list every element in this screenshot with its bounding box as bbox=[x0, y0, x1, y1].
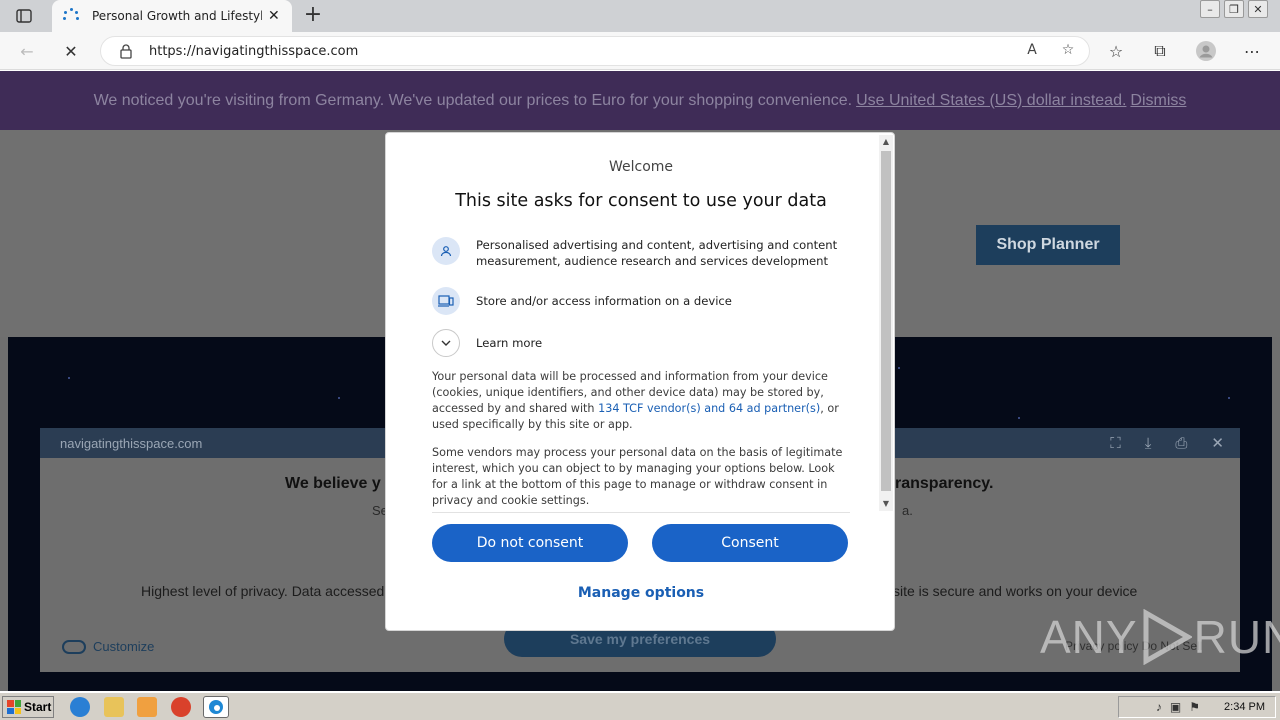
chevron-down-icon[interactable] bbox=[432, 329, 460, 357]
ie-icon[interactable] bbox=[70, 697, 90, 717]
browser-tab-bar: Personal Growth and Lifestyle B ✕ + – ❐ … bbox=[0, 0, 1280, 32]
tab-actions-icon[interactable] bbox=[10, 6, 38, 26]
learn-more-toggle[interactable]: Learn more bbox=[432, 329, 542, 357]
window-close-icon[interactable]: ✕ bbox=[1248, 0, 1268, 18]
browser-tab-active[interactable]: Personal Growth and Lifestyle B ✕ bbox=[52, 0, 292, 32]
start-button[interactable]: Start bbox=[2, 696, 54, 718]
read-aloud-icon[interactable]: A bbox=[1021, 42, 1043, 58]
person-icon bbox=[432, 237, 460, 265]
consent-button[interactable]: Consent bbox=[652, 524, 848, 562]
customize-label[interactable]: Customize bbox=[93, 639, 154, 654]
device-icon bbox=[432, 287, 460, 315]
anyrun-watermark: ANY RUN bbox=[1040, 609, 1280, 665]
collections-icon[interactable]: ⧉ bbox=[1149, 40, 1171, 62]
close-icon[interactable]: ✕ bbox=[1211, 434, 1224, 452]
flag-icon[interactable]: ⚑ bbox=[1189, 700, 1200, 714]
tab-close-icon[interactable]: ✕ bbox=[268, 8, 280, 24]
system-tray: ♪ ▣ ⚑ 2:34 PM bbox=[1118, 696, 1276, 718]
media-player-icon[interactable] bbox=[137, 697, 157, 717]
explorer-folder-icon[interactable] bbox=[104, 697, 124, 717]
underlying-heading-right: ransparency. bbox=[895, 475, 994, 492]
tab-title: Personal Growth and Lifestyle B bbox=[92, 9, 262, 23]
watermark-right: RUN bbox=[1193, 611, 1280, 663]
purpose-item-device-storage: Store and/or access information on a dev… bbox=[432, 287, 846, 315]
scroll-up-icon[interactable]: ▲ bbox=[879, 135, 893, 149]
manage-options-link[interactable]: Manage options bbox=[386, 585, 896, 601]
chrome-icon[interactable] bbox=[171, 697, 191, 717]
clock[interactable]: 2:34 PM bbox=[1224, 701, 1265, 713]
use-usd-link[interactable]: Use United States (US) dollar instead. bbox=[856, 92, 1126, 110]
customize-toggle[interactable] bbox=[62, 640, 86, 654]
back-arrow-icon[interactable]: ← bbox=[16, 40, 38, 62]
vendors-link[interactable]: 134 TCF vendor(s) and 64 ad partner(s) bbox=[598, 402, 820, 415]
url-text[interactable]: https://navigatingthisspace.com bbox=[149, 44, 358, 59]
profile-avatar[interactable] bbox=[1195, 40, 1217, 62]
watermark-left: ANY bbox=[1040, 611, 1138, 663]
fullscreen-icon[interactable]: ⛶ bbox=[1110, 434, 1121, 452]
minimize-icon[interactable]: – bbox=[1200, 0, 1220, 18]
windows-taskbar: Start ♪ ▣ ⚑ 2:34 PM bbox=[0, 692, 1280, 720]
start-label[interactable]: Start bbox=[24, 700, 51, 714]
purpose-text: Personalised advertising and content, ad… bbox=[476, 238, 838, 268]
dialog-title: This site asks for consent to use your d… bbox=[455, 191, 827, 211]
shop-planner-button[interactable]: Shop Planner bbox=[976, 225, 1120, 265]
print-icon[interactable]: ⎙ bbox=[1175, 434, 1187, 452]
download-icon[interactable]: ⤓ bbox=[1145, 434, 1152, 452]
browser-toolbar: ← ✕ https://navigatingthisspace.com A ☆ … bbox=[0, 32, 1280, 70]
favorites-icon[interactable]: ☆ bbox=[1105, 40, 1127, 62]
play-logo-icon bbox=[1143, 609, 1192, 665]
dismiss-link[interactable]: Dismiss bbox=[1130, 92, 1186, 110]
restore-icon[interactable]: ❐ bbox=[1224, 0, 1244, 18]
dialog-welcome: Welcome bbox=[608, 159, 674, 175]
currency-notice-bar: We noticed you're visiting from Germany.… bbox=[0, 71, 1280, 130]
underlying-subtext-right: a. bbox=[902, 503, 913, 518]
add-favorite-icon[interactable]: ☆ bbox=[1057, 42, 1079, 58]
new-tab-button[interactable]: + bbox=[302, 4, 324, 26]
network-icon[interactable]: ▣ bbox=[1170, 700, 1181, 714]
underlying-domain: navigatingthisspace.com bbox=[60, 436, 203, 451]
do-not-consent-button[interactable]: Do not consent bbox=[432, 524, 628, 562]
window-controls: – ❐ ✕ bbox=[1200, 0, 1268, 18]
underlying-privacy-right: site is secure and works on your device bbox=[893, 583, 1138, 599]
lock-icon[interactable] bbox=[119, 43, 133, 59]
edge-icon bbox=[209, 700, 223, 714]
currency-notice-text: We noticed you're visiting from Germany.… bbox=[93, 91, 853, 109]
address-bar[interactable]: https://navigatingthisspace.com A ☆ bbox=[100, 36, 1090, 66]
scroll-down-icon[interactable]: ▼ bbox=[879, 497, 893, 511]
purpose-item-personalised-ads: Personalised advertising and content, ad… bbox=[432, 237, 846, 269]
purpose-text: Store and/or access information on a dev… bbox=[476, 294, 732, 308]
underlying-privacy-left: Highest level of privacy. Data accessed bbox=[141, 583, 385, 599]
consent-paragraph-2: Some vendors may process your personal d… bbox=[432, 446, 843, 507]
more-options-icon[interactable]: ⋯ bbox=[1241, 40, 1263, 62]
loading-favicon-icon bbox=[62, 7, 80, 25]
consent-dialog: ▲ ▼ Welcome This site asks for consent t… bbox=[385, 132, 895, 631]
windows-logo-icon bbox=[7, 700, 21, 714]
learn-more-label[interactable]: Learn more bbox=[476, 336, 542, 350]
underlying-heading-left: We believe y bbox=[285, 475, 381, 492]
consent-paragraph-1: Your personal data will be processed and… bbox=[432, 369, 850, 433]
volume-icon[interactable]: ♪ bbox=[1156, 700, 1162, 714]
edge-taskbar-button[interactable] bbox=[203, 696, 229, 718]
stop-loading-icon[interactable]: ✕ bbox=[60, 40, 82, 62]
dialog-divider bbox=[432, 512, 850, 513]
